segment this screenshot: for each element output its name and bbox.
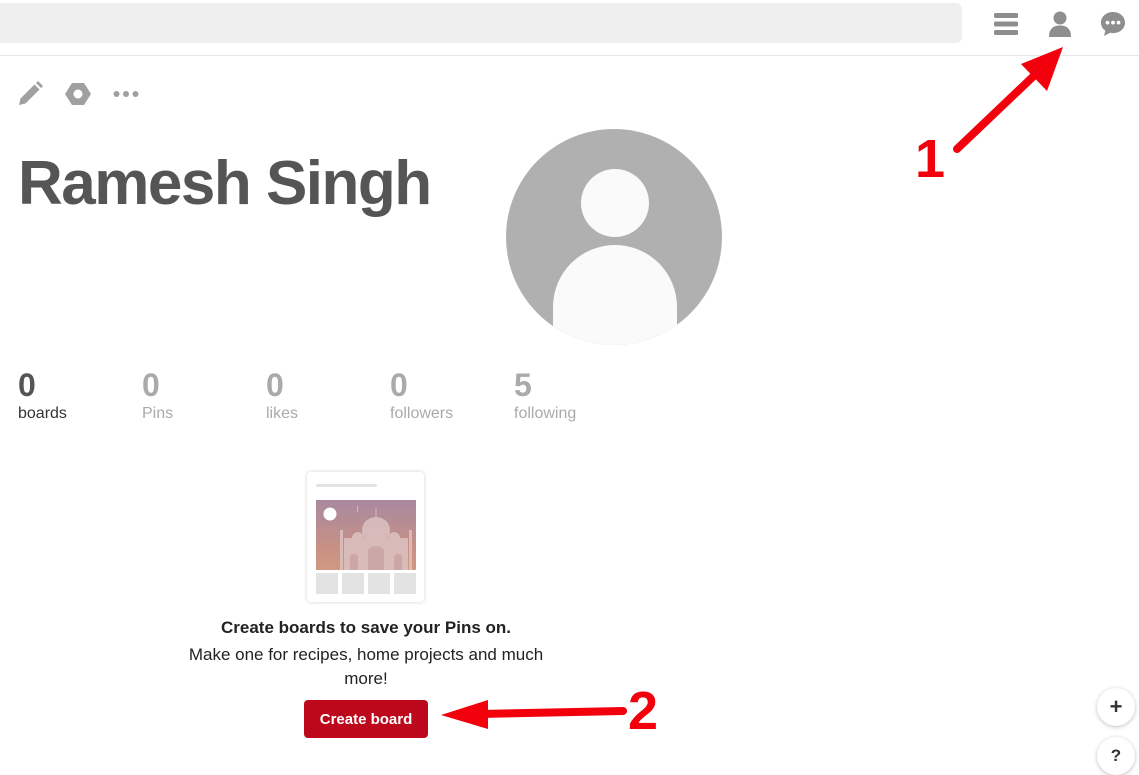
annotation-marker-1: 1 [915, 129, 946, 189]
arrow-2-icon [441, 700, 627, 729]
annotation-arrows [441, 47, 1063, 729]
arrow-1-icon [953, 47, 1063, 153]
annotation-marker-2: 2 [628, 681, 659, 741]
